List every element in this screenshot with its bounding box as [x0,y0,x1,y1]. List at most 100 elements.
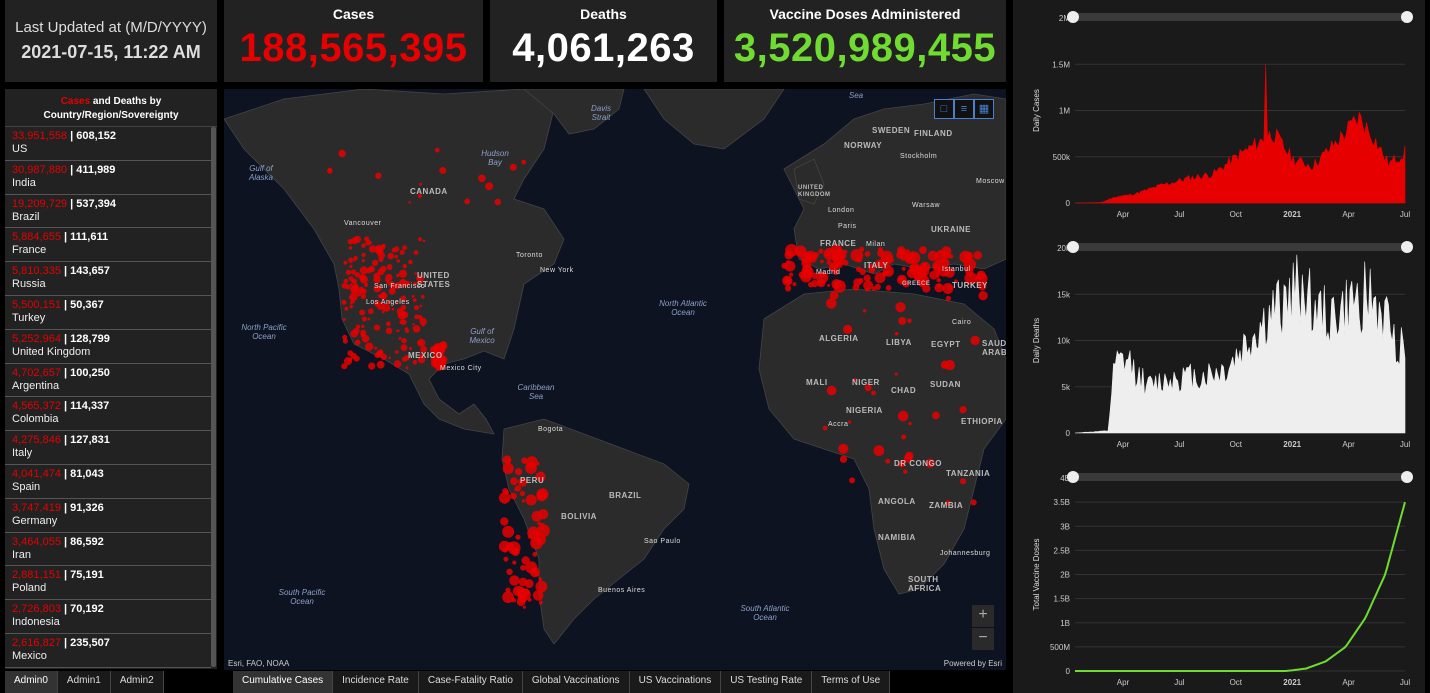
case-dot[interactable] [960,478,967,485]
list-item[interactable]: 3,464,055 | 86,592 Iran [5,533,211,567]
tab-case-fatality-ratio[interactable]: Case-Fatality Ratio [418,671,523,693]
case-dot[interactable] [353,355,360,362]
case-dot[interactable] [515,468,523,476]
case-dot[interactable] [422,239,426,243]
case-dot[interactable] [350,302,353,305]
case-dot[interactable] [360,288,364,291]
case-dot[interactable] [504,490,510,495]
case-dot[interactable] [432,362,436,366]
case-dot[interactable] [343,260,348,265]
case-dot[interactable] [349,283,353,287]
case-dot[interactable] [394,254,399,259]
case-dot[interactable] [785,279,792,286]
case-dot[interactable] [397,315,401,318]
tab-admin2[interactable]: Admin2 [110,671,164,693]
case-dot[interactable] [826,298,837,309]
case-dot[interactable] [398,269,408,278]
range-slider-end-handle[interactable] [1401,471,1413,483]
case-dot[interactable] [520,564,526,571]
case-dot[interactable] [781,262,788,269]
list-item[interactable]: 5,884,655 | 111,611 France [5,228,211,263]
case-dot[interactable] [789,272,794,277]
case-dot[interactable] [391,307,395,311]
list-item[interactable]: 5,810,335 | 143,657 Russia [5,262,211,296]
case-dot[interactable] [412,298,417,303]
case-dot[interactable] [886,270,891,275]
range-slider-end-handle[interactable] [1401,241,1413,253]
case-dot[interactable] [342,318,346,321]
case-dot[interactable] [909,264,916,272]
case-dot[interactable] [355,324,361,329]
case-dot[interactable] [374,346,378,350]
tab-terms-of-use[interactable]: Terms of Use [812,671,891,693]
case-dot[interactable] [515,534,521,540]
case-dot[interactable] [932,411,940,420]
case-dot[interactable] [512,585,524,597]
case-dot[interactable] [538,577,543,581]
case-dot[interactable] [511,597,516,603]
map-canvas[interactable] [224,89,1006,670]
case-dot[interactable] [964,251,974,261]
case-dot[interactable] [530,536,543,550]
case-dot[interactable] [399,320,404,325]
chart-svg[interactable]: 0500M1B1.5B2B2.5B3B3.5B4BApr Jul Oct 2021 Ap… [1013,460,1425,693]
case-dot[interactable] [525,494,537,506]
case-dot[interactable] [826,259,832,265]
case-dot[interactable] [510,492,517,500]
series-bars[interactable] [1074,254,1406,434]
case-dot[interactable] [494,198,502,206]
case-dot[interactable] [849,477,856,484]
case-dot[interactable] [897,410,909,422]
map-powered-by[interactable]: Powered by Esri [944,659,1002,668]
case-dot[interactable] [367,317,371,321]
case-dot[interactable] [385,273,393,281]
case-dot[interactable] [812,251,820,259]
case-dot[interactable] [839,455,848,463]
case-dot[interactable] [978,291,988,301]
case-dot[interactable] [386,264,393,270]
case-dot[interactable] [901,266,906,271]
case-dot[interactable] [826,385,837,396]
case-dot[interactable] [402,245,407,251]
case-dot[interactable] [387,252,395,260]
case-dot[interactable] [823,247,836,261]
case-dot[interactable] [341,299,347,305]
case-dot[interactable] [411,294,415,298]
case-dot[interactable] [541,526,545,530]
case-dot[interactable] [378,256,384,262]
case-dot[interactable] [903,469,908,474]
case-dot[interactable] [373,324,381,331]
case-dot[interactable] [522,605,526,609]
list-item[interactable]: 4,275,846 | 127,831 Italy [5,431,211,465]
case-dot[interactable] [400,279,404,282]
case-dot[interactable] [862,309,867,313]
case-dot[interactable] [894,331,899,336]
case-dot[interactable] [885,458,891,464]
case-dot[interactable] [794,245,807,258]
case-dot[interactable] [367,308,374,315]
case-dot[interactable] [364,236,370,242]
range-slider-track[interactable] [1073,13,1407,21]
list-item[interactable]: 2,881,151 | 75,191 Poland [5,566,211,601]
case-dot[interactable] [937,283,942,288]
case-dot[interactable] [376,360,385,369]
list-item[interactable]: 19,209,729 | 537,394 Brazil [5,195,211,229]
case-dot[interactable] [919,246,927,255]
case-dot[interactable] [350,329,358,338]
case-dot[interactable] [401,356,407,362]
case-dot[interactable] [394,350,399,354]
case-dot[interactable] [959,406,967,414]
range-slider-start-handle[interactable] [1067,241,1079,253]
case-dot[interactable] [404,327,409,331]
case-dot[interactable] [360,275,368,284]
case-dot[interactable] [375,244,384,253]
case-dot[interactable] [396,308,404,316]
case-dot[interactable] [417,338,426,347]
case-dot[interactable] [521,159,527,165]
case-dot[interactable] [970,335,980,346]
legend-list-icon[interactable]: ≡ [954,99,974,119]
case-dot[interactable] [519,490,525,497]
case-dot[interactable] [434,147,440,153]
list-item[interactable]: 4,702,657 | 100,250 Argentina [5,364,211,398]
tab-global-vaccinations[interactable]: Global Vaccinations [522,671,630,693]
